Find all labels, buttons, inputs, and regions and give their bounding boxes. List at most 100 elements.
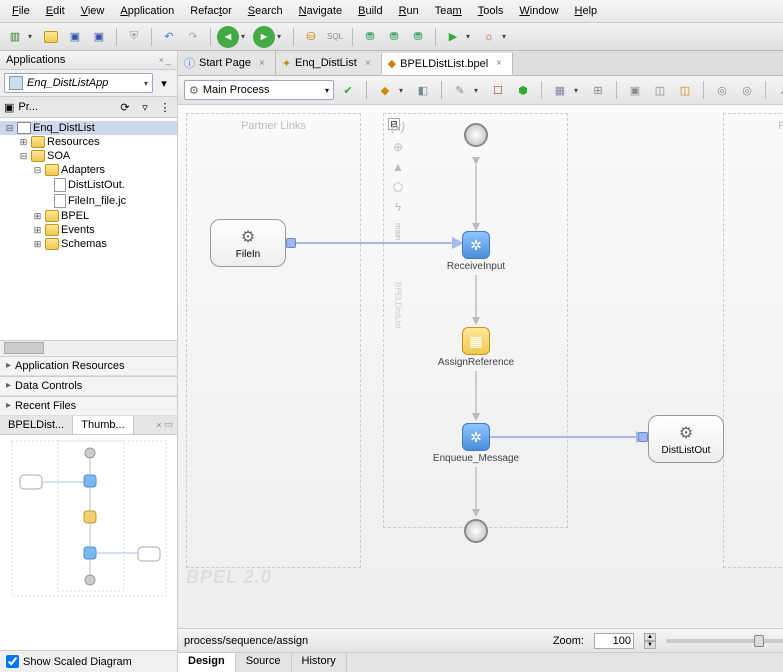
ed-tool-6[interactable]: ▦ xyxy=(549,79,571,101)
ed-tool-1-dd[interactable]: ▾ xyxy=(399,86,409,95)
process-selector[interactable]: ⚙ Main Process ▾ xyxy=(184,80,334,100)
pal-flash-icon[interactable]: ϟ xyxy=(390,199,406,215)
slider-knob[interactable] xyxy=(754,635,764,647)
tree-root[interactable]: ⊟Enq_DistList xyxy=(0,121,177,135)
view-tab-history[interactable]: History xyxy=(292,653,347,672)
pal-globe-icon[interactable]: ⊕ xyxy=(390,139,406,155)
ed-tool-7[interactable]: ⊞ xyxy=(587,79,609,101)
menu-window[interactable]: Window xyxy=(511,2,566,20)
menu-team[interactable]: Team xyxy=(427,2,470,20)
menu-run[interactable]: Run xyxy=(391,2,427,20)
redo-button[interactable]: ↷ xyxy=(182,26,204,48)
application-selector[interactable]: Enq_DistListApp ▾ xyxy=(4,73,153,93)
run-dropdown[interactable]: ▾ xyxy=(466,32,476,41)
projects-tab-label[interactable]: Pr... xyxy=(18,101,38,113)
undo-button[interactable]: ↶ xyxy=(158,26,180,48)
validate-icon[interactable]: ✔ xyxy=(337,79,359,101)
bpel-canvas[interactable]: Partner Links Partner Links ⊟ (x) ⊕ ▲ ⬠ … xyxy=(178,105,783,628)
open-button[interactable] xyxy=(40,26,62,48)
ed-tool-10[interactable]: ◫ xyxy=(674,79,696,101)
zoom-input[interactable] xyxy=(594,633,634,649)
new-dropdown[interactable]: ▾ xyxy=(28,32,38,41)
tree-schemas[interactable]: ⊞Schemas xyxy=(0,237,177,251)
ed-tool-4[interactable]: ☐ xyxy=(487,79,509,101)
db-icon-2[interactable]: ⛃ xyxy=(383,26,405,48)
ed-tool-11[interactable]: ◎ xyxy=(711,79,733,101)
tree-resources[interactable]: ⊞Resources xyxy=(0,135,177,149)
ed-tool-3[interactable]: ✎ xyxy=(449,79,471,101)
thumbnail-canvas[interactable] xyxy=(0,435,177,651)
forward-dropdown[interactable]: ▾ xyxy=(277,32,287,41)
section-data-controls[interactable]: ▸Data Controls xyxy=(0,376,177,396)
panel-min-icon[interactable]: _ xyxy=(166,55,171,65)
ed-tool-12[interactable]: ◎ xyxy=(736,79,758,101)
ed-tool-1[interactable]: ◆ xyxy=(374,79,396,101)
debug-button[interactable]: ☼ xyxy=(478,26,500,48)
ed-tool-3-dd[interactable]: ▾ xyxy=(474,86,484,95)
menu-help[interactable]: Help xyxy=(567,2,606,20)
ed-tool-9[interactable]: ◫ xyxy=(649,79,671,101)
scrollbar-thumb[interactable] xyxy=(4,342,44,354)
menu-application[interactable]: Application xyxy=(112,2,182,20)
tab-start-page[interactable]: ⓘStart Page× xyxy=(178,51,276,75)
start-node[interactable] xyxy=(464,123,488,147)
proj-collapse-icon[interactable]: ▣ xyxy=(4,101,14,114)
menu-search[interactable]: Search xyxy=(240,2,291,20)
ed-tool-6-dd[interactable]: ▾ xyxy=(574,86,584,95)
tab-close-icon[interactable]: × xyxy=(496,58,502,69)
debug-dropdown[interactable]: ▾ xyxy=(502,32,512,41)
view-tab-design[interactable]: Design xyxy=(178,653,236,672)
show-scaled-checkbox[interactable] xyxy=(6,655,19,668)
pal-var-icon[interactable]: (x) xyxy=(390,119,406,135)
db-icon-3[interactable]: ⛃ xyxy=(407,26,429,48)
port-icon[interactable] xyxy=(638,432,648,442)
thumb-tab-thumbnail[interactable]: Thumb... xyxy=(73,416,133,434)
zoom-spinner[interactable]: ▲▼ xyxy=(644,633,656,649)
ed-tool-5[interactable]: ⬢ xyxy=(512,79,534,101)
tab-close-icon[interactable]: × xyxy=(365,58,371,69)
forward-button[interactable]: ► xyxy=(253,26,275,48)
tree-soa[interactable]: ⊟SOA xyxy=(0,149,177,163)
run-button[interactable]: ▶ xyxy=(442,26,464,48)
menu-refactor[interactable]: Refactor xyxy=(182,2,240,20)
menu-tools[interactable]: Tools xyxy=(470,2,512,20)
zoom-slider[interactable] xyxy=(666,639,783,643)
ed-tool-2[interactable]: ◧ xyxy=(412,79,434,101)
tree-hscrollbar[interactable] xyxy=(0,340,177,356)
save-button[interactable]: ▣ xyxy=(64,26,86,48)
menu-view[interactable]: View xyxy=(73,2,113,20)
proj-refresh-icon[interactable]: ⟳ xyxy=(117,99,133,115)
menu-edit[interactable]: Edit xyxy=(38,2,73,20)
port-icon[interactable] xyxy=(286,238,296,248)
tree-bpel[interactable]: ⊞BPEL xyxy=(0,209,177,223)
thumb-tab-bpel[interactable]: BPELDist... xyxy=(0,416,73,434)
back-dropdown[interactable]: ▾ xyxy=(241,32,251,41)
ed-tool-13[interactable]: ↗ xyxy=(773,79,783,101)
project-tree[interactable]: ⊟Enq_DistList ⊞Resources ⊟SOA ⊟Adapters … xyxy=(0,118,177,340)
menu-navigate[interactable]: Navigate xyxy=(291,2,350,20)
menu-build[interactable]: Build xyxy=(350,2,390,20)
sql-icon[interactable]: SQL xyxy=(324,26,346,48)
shield-icon[interactable]: ⛨ xyxy=(123,26,145,48)
section-app-resources[interactable]: ▸Application Resources xyxy=(0,356,177,376)
menu-file[interactable]: File xyxy=(4,2,38,20)
ed-tool-8[interactable]: ▣ xyxy=(624,79,646,101)
back-button[interactable]: ◄ xyxy=(217,26,239,48)
pal-warn-icon[interactable]: ▲ xyxy=(390,159,406,175)
tree-events[interactable]: ⊞Events xyxy=(0,223,177,237)
thumb-close-icon[interactable]: × xyxy=(156,420,161,430)
app-menu-button[interactable]: ▾ xyxy=(155,74,173,92)
activity-enqueue-message[interactable]: ✲ Enqueue_Message xyxy=(426,423,526,464)
panel-close-icon[interactable]: × xyxy=(159,55,164,65)
partner-filein[interactable]: ⚙ FileIn xyxy=(210,219,286,267)
activity-receive-input[interactable]: ✲ ReceiveInput xyxy=(436,231,516,272)
thumb-menu-icon[interactable]: ▭ xyxy=(164,419,173,430)
tab-enq-distlist[interactable]: ✦Enq_DistList× xyxy=(276,53,382,74)
new-button[interactable]: ▥ xyxy=(4,26,26,48)
tree-adapters[interactable]: ⊟Adapters xyxy=(0,163,177,177)
proj-options-icon[interactable]: ⋮ xyxy=(157,99,173,115)
activity-assign-reference[interactable]: ▦ AssignReference xyxy=(430,327,522,368)
db-icon-1[interactable]: ⛃ xyxy=(359,26,381,48)
tree-file-distlistout[interactable]: DistListOut. xyxy=(0,177,177,193)
tree-file-filein[interactable]: FileIn_file.jc xyxy=(0,193,177,209)
